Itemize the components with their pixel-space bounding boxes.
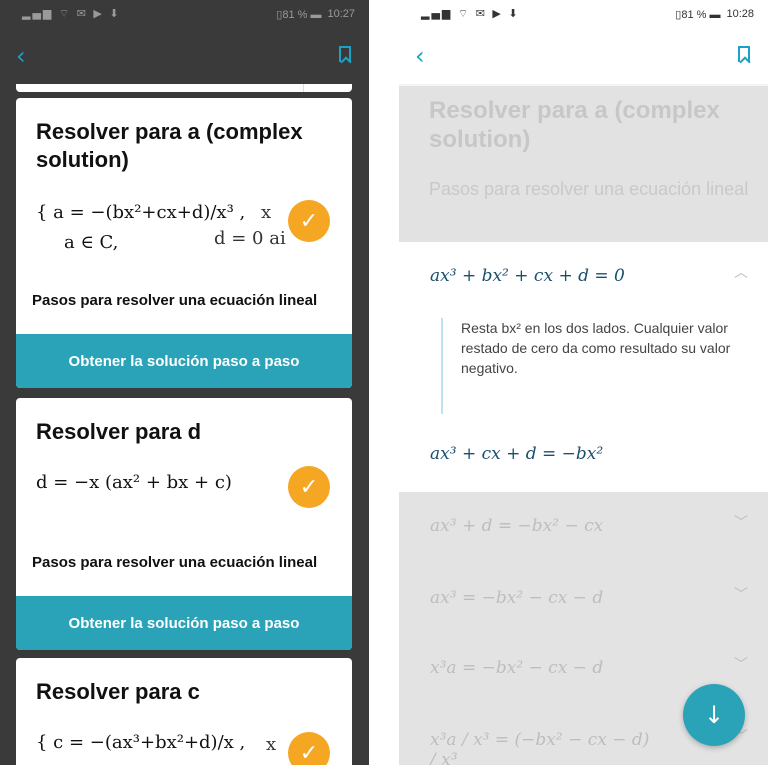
math-fragment: x [261,202,272,223]
card-title: Resolver para a (complex solution) [36,119,303,172]
status-bar: ▂▄▆ ⌔ ✉ ▶ ⬇ ▯81 % ▬ 10:27 [0,0,369,28]
check-icon: ✓ [288,732,330,765]
card-title: Resolver para d [36,419,202,444]
equation-result: ax³ + cx + d = −bx² [430,444,604,464]
result-card-d[interactable]: Resolver para d d = −x (ax² + bx + c) ✓ … [16,398,352,650]
right-screen: ▂▄▆ ⌔ ✉ ▶ ⬇ ▯81 % ▬ 10:28 ‹ Resolver par… [399,0,768,765]
steps-label: Pasos para resolver una ecuación lineal [32,292,318,309]
app-bar: ‹ [0,28,369,84]
divider-gap [369,0,399,765]
status-bar: ▂▄▆ ⌔ ✉ ▶ ⬇ ▯81 % ▬ 10:28 [399,0,768,28]
step-item[interactable]: x³a = −bx² − cx − d [430,658,603,678]
math-line: a ∈ C, [64,232,119,253]
page-title: Resolver para a (complex solution) [429,97,720,153]
math-line: { c = −(ax³+bx²+d)/x , [36,732,246,753]
math-line: d = −x (ax² + bx + c) [36,472,232,493]
chevron-down-icon[interactable]: ﹀ [734,584,748,604]
back-icon[interactable]: ‹ [16,42,26,70]
status-icons: ▂▄▆ ⌔ ✉ ▶ ⬇ [421,7,520,20]
check-icon: ✓ [288,200,330,242]
status-icons: ▂▄▆ ⌔ ✉ ▶ ⬇ [22,7,121,20]
math-line: { a = −(bx²+cx+d)/x³ , [36,202,246,223]
bookmark-icon[interactable] [738,46,750,62]
chevron-down-icon[interactable]: ﹀ [734,654,748,674]
left-screen: ▂▄▆ ⌔ ✉ ▶ ⬇ ▯81 % ▬ 10:27 ‹ Resolver par… [0,0,369,765]
back-icon[interactable]: ‹ [415,42,425,70]
step-item[interactable]: ax³ + d = −bx² − cx [430,516,603,536]
clock: 10:27 [327,8,355,20]
result-card-c[interactable]: Resolver para c { c = −(ax³+bx²+d)/x , x… [16,658,352,765]
chevron-down-icon[interactable]: ﹀ [734,512,748,532]
card-title: Resolver para c [36,679,200,704]
step-item[interactable]: x³a / x³ = (−bx² − cx − d) / x³ [430,730,660,765]
explanation-text: Resta bx² en los dos lados. Cualquier va… [461,320,731,376]
previous-card-sliver [16,84,352,92]
chevron-up-icon[interactable]: ︿ [734,262,748,282]
equation-current[interactable]: ax³ + bx² + cx + d = 0 [430,266,625,286]
step-by-step-button[interactable]: Obtener la solución paso a paso [16,596,352,650]
battery-indicator: ▯81 % ▬ [675,8,721,21]
app-bar: ‹ [399,28,768,84]
step-item[interactable]: ax³ = −bx² − cx − d [430,588,603,608]
steps-label: Pasos para resolver una ecuación lineal [32,554,318,571]
math-fragment: d = 0 ai [214,228,286,249]
math-fragment: x [266,734,277,755]
bookmark-icon[interactable] [339,46,351,62]
arrow-down-icon[interactable]: ↓ [683,684,745,746]
clock: 10:28 [726,8,754,20]
check-icon: ✓ [288,466,330,508]
battery-indicator: ▯81 % ▬ [276,8,322,21]
step-explanation: Resta bx² en los dos lados. Cualquier va… [441,318,741,414]
page-subtitle: Pasos para resolver una ecuación lineal [429,179,749,199]
step-by-step-button[interactable]: Obtener la solución paso a paso [16,334,352,388]
result-card-a[interactable]: Resolver para a (complex solution) { a =… [16,98,352,388]
